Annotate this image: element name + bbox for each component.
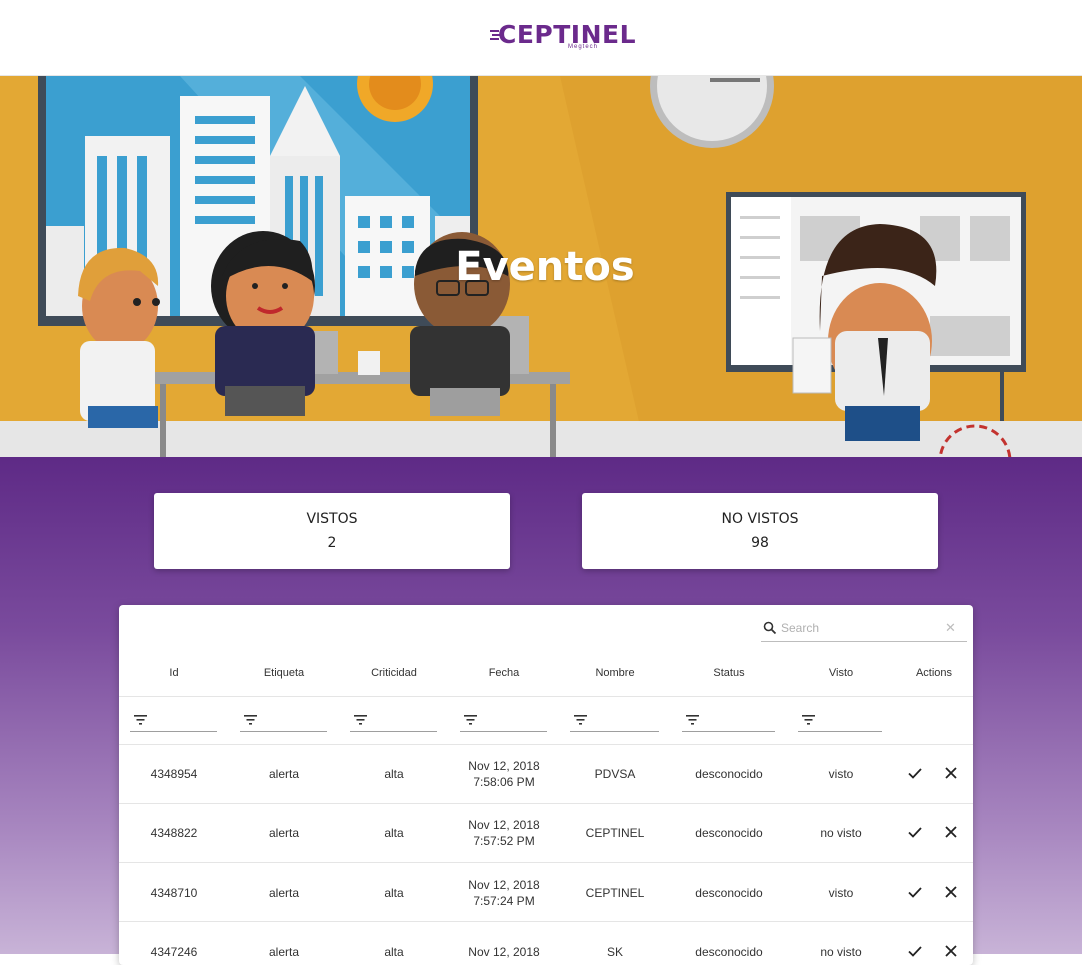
top-bar: CEPTINEL Megtech [0, 0, 1082, 76]
filter-icon [244, 715, 257, 725]
cell-visto: visto [828, 766, 854, 781]
column-header-criticidad[interactable]: Criticidad [339, 667, 449, 679]
cell-status: desconocido [695, 825, 763, 840]
filter-icon [802, 715, 815, 725]
cell-fecha: Nov 12, 2018 7:58:06 PM [449, 744, 559, 803]
cell-criticidad: alta [384, 825, 404, 840]
filter-fecha[interactable] [460, 711, 547, 732]
check-icon[interactable] [907, 943, 923, 959]
fecha-time: 7:58:06 PM [473, 774, 535, 789]
search-input[interactable] [781, 619, 941, 637]
cell-visto: visto [828, 885, 854, 900]
column-header-fecha[interactable]: Fecha [449, 667, 559, 679]
column-header-nombre[interactable]: Nombre [559, 667, 671, 679]
header-divider [119, 696, 973, 697]
filter-status[interactable] [682, 711, 775, 732]
filter-icon [574, 715, 587, 725]
stat-label: NO VISTOS [721, 511, 799, 527]
cell-status: desconocido [695, 766, 763, 781]
cell-id: 4348954 [150, 766, 198, 781]
cell-etiqueta: alerta [268, 944, 300, 959]
events-table-card: ✕ Id Etiqueta Criticidad Fecha Nombre St… [119, 605, 973, 965]
column-header-status[interactable]: Status [671, 667, 787, 679]
close-icon[interactable] [943, 824, 959, 840]
cell-nombre: PDVSA [594, 766, 636, 781]
stat-card-no-vistos: NO VISTOS 98 [582, 493, 938, 569]
column-header-id[interactable]: Id [119, 667, 229, 679]
fecha-time: 7:57:24 PM [473, 893, 535, 908]
search-icon [763, 621, 777, 635]
cell-criticidad: alta [384, 766, 404, 781]
stat-value: 2 [327, 535, 337, 551]
cell-id: 4347246 [150, 944, 198, 959]
stat-card-vistos: VISTOS 2 [154, 493, 510, 569]
table-row[interactable]: 4348822 alerta alta Nov 12, 2018 7:57:52… [119, 803, 973, 862]
filter-criticidad[interactable] [350, 711, 437, 732]
column-header-etiqueta[interactable]: Etiqueta [229, 667, 339, 679]
fecha-date: Nov 12, 2018 [468, 877, 540, 892]
cell-status: desconocido [695, 944, 763, 959]
filter-id[interactable] [130, 711, 217, 732]
check-icon[interactable] [907, 824, 923, 840]
cell-fecha: Nov 12, 2018 [449, 922, 559, 965]
check-icon[interactable] [907, 884, 923, 900]
check-icon[interactable] [907, 765, 923, 781]
column-header-actions: Actions [915, 667, 953, 679]
logo-subtitle: Megtech [568, 44, 599, 50]
cell-fecha: Nov 12, 2018 7:57:52 PM [449, 803, 559, 862]
column-header-visto[interactable]: Visto [787, 667, 895, 679]
ceptinel-logo[interactable]: CEPTINEL Megtech [490, 20, 636, 54]
cell-fecha: Nov 12, 2018 7:57:24 PM [449, 863, 559, 922]
cell-nombre: SK [606, 944, 623, 959]
filter-icon [134, 715, 147, 725]
cell-etiqueta: alerta [268, 885, 300, 900]
hero-banner: Eventos [0, 76, 1082, 457]
stat-label: VISTOS [306, 511, 358, 527]
fecha-date: Nov 12, 2018 [468, 817, 540, 832]
cell-id: 4348822 [150, 825, 198, 840]
fecha-date: Nov 12, 2018 [468, 758, 540, 773]
filter-nombre[interactable] [570, 711, 659, 732]
cell-etiqueta: alerta [268, 766, 300, 781]
filter-icon [354, 715, 367, 725]
cell-etiqueta: alerta [268, 825, 300, 840]
fecha-date: Nov 12, 2018 [468, 944, 540, 959]
cell-visto: no visto [820, 825, 862, 840]
clear-search-icon[interactable]: ✕ [945, 620, 956, 636]
cell-nombre: CEPTINEL [585, 825, 645, 840]
filter-visto[interactable] [798, 711, 882, 732]
table-row[interactable]: 4348954 alerta alta Nov 12, 2018 7:58:06… [119, 744, 973, 803]
filter-etiqueta[interactable] [240, 711, 327, 732]
close-icon[interactable] [943, 884, 959, 900]
table-row[interactable]: 4348710 alerta alta Nov 12, 2018 7:57:24… [119, 863, 973, 922]
table-row[interactable]: 4347246 alerta alta Nov 12, 2018 SK desc… [119, 922, 973, 965]
cell-criticidad: alta [384, 885, 404, 900]
cell-status: desconocido [695, 885, 763, 900]
stat-value: 98 [751, 535, 769, 551]
fecha-time: 7:57:52 PM [473, 833, 535, 848]
filter-icon [464, 715, 477, 725]
close-icon[interactable] [943, 943, 959, 959]
search-box[interactable]: ✕ [761, 617, 967, 642]
cell-visto: no visto [820, 944, 862, 959]
cell-id: 4348710 [150, 885, 198, 900]
close-icon[interactable] [943, 765, 959, 781]
page-title: Eventos [455, 244, 635, 290]
filter-icon [686, 715, 699, 725]
cell-nombre: CEPTINEL [585, 885, 645, 900]
cell-criticidad: alta [384, 944, 404, 959]
